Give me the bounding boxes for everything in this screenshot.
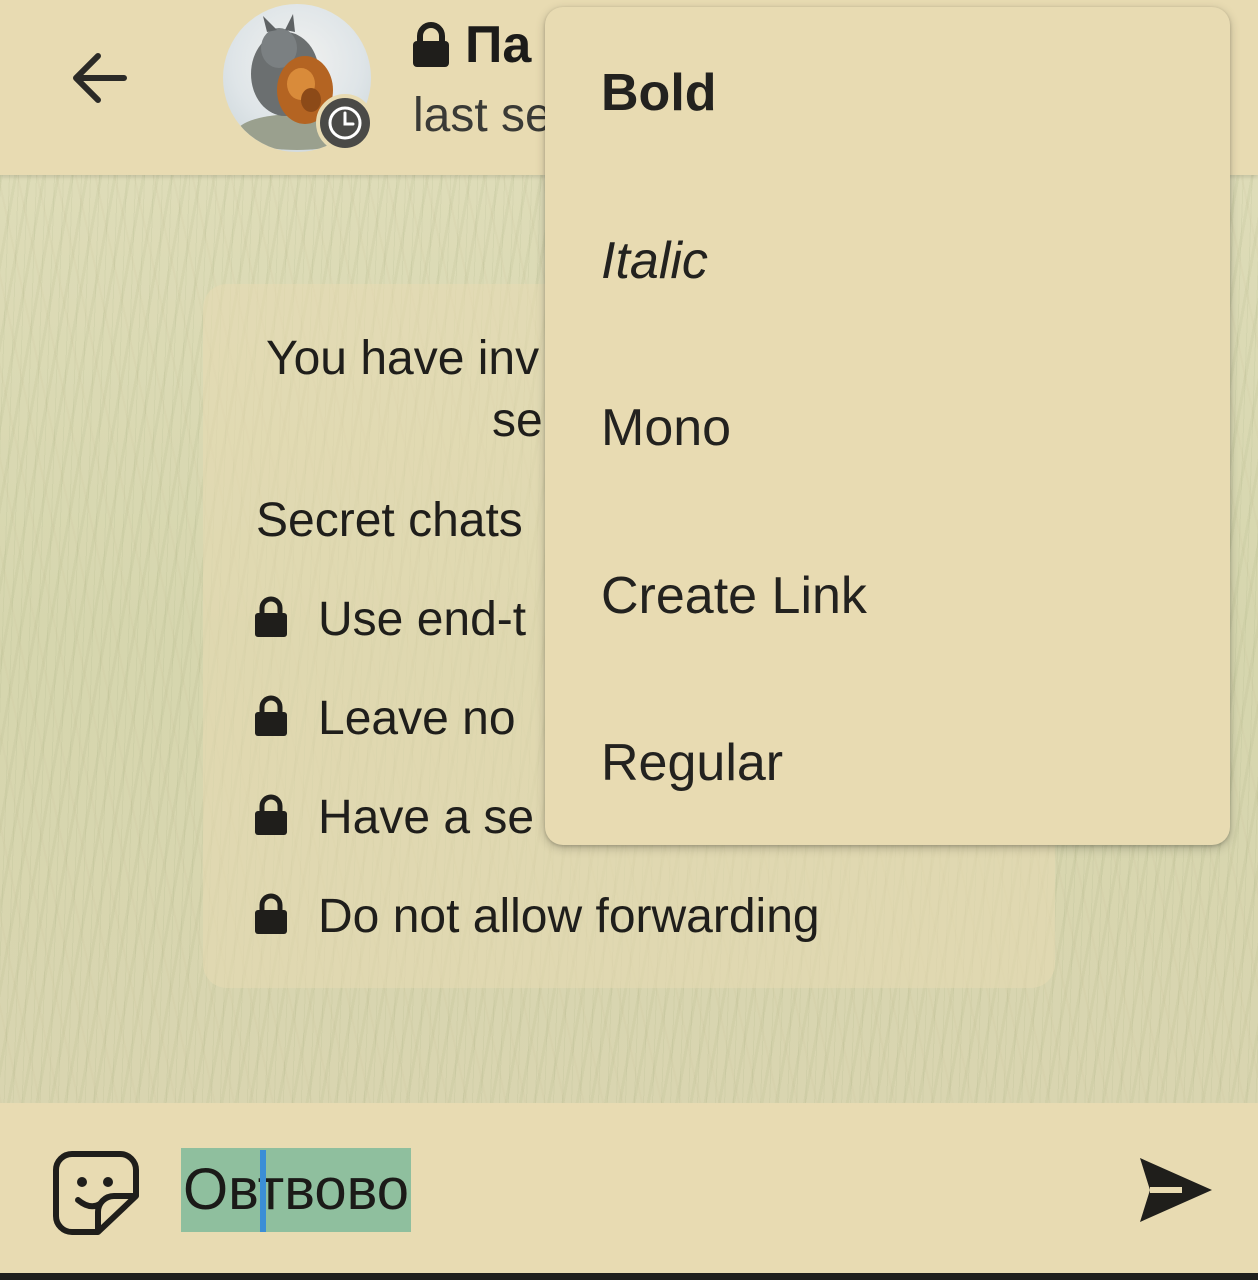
menu-item-label: Create Link: [601, 567, 867, 625]
lock-icon: [255, 596, 287, 637]
sticker-button[interactable]: [50, 1148, 142, 1238]
feature-item: Use end-t: [318, 593, 527, 646]
timer-icon: [328, 106, 362, 140]
text-cursor: [260, 1150, 266, 1232]
lock-icon: [255, 695, 287, 736]
text-format-menu: Bold Italic Mono Create Link Regular: [545, 7, 1230, 845]
menu-item-mono[interactable]: Mono: [545, 343, 1230, 511]
menu-item-regular[interactable]: Regular: [545, 679, 1230, 847]
info-subheading: Secret chats: [256, 494, 523, 547]
sticker-icon: [53, 1151, 139, 1235]
feature-item: Do not allow forwarding: [318, 890, 820, 943]
menu-item-label: Mono: [601, 399, 732, 457]
send-button[interactable]: [1134, 1150, 1218, 1230]
feature-item: Leave no: [318, 692, 516, 745]
menu-item-italic[interactable]: Italic: [545, 175, 1230, 343]
bottom-divider: [0, 1273, 1258, 1280]
last-seen-status: last se: [413, 89, 552, 142]
lock-icon: [255, 893, 287, 934]
lock-icon: [255, 794, 287, 835]
info-heading-line2: se: [492, 394, 543, 447]
message-input[interactable]: Овтвово: [181, 1148, 412, 1232]
back-button[interactable]: [58, 40, 138, 116]
chat-title[interactable]: Па: [465, 14, 531, 76]
info-heading-line1: You have inv: [266, 332, 540, 385]
self-destruct-timer-badge[interactable]: [316, 94, 374, 152]
menu-item-label: Italic: [601, 232, 708, 290]
back-arrow-icon: [73, 53, 127, 103]
menu-item-bold[interactable]: Bold: [545, 7, 1230, 175]
lock-icon: [413, 22, 449, 67]
send-icon: [1140, 1158, 1212, 1222]
feature-item: Have a se: [318, 791, 535, 844]
menu-item-label: Bold: [601, 64, 717, 122]
menu-item-label: Regular: [601, 734, 784, 792]
menu-item-create-link[interactable]: Create Link: [545, 511, 1230, 679]
